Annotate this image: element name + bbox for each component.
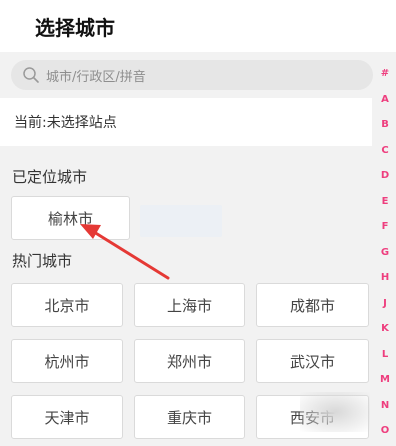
- index-letter[interactable]: #: [376, 68, 394, 79]
- index-letter[interactable]: G: [376, 247, 394, 258]
- search-area: 城市/行政区/拼音: [0, 52, 396, 98]
- hot-city-button[interactable]: 北京市: [11, 283, 123, 327]
- hot-city-button[interactable]: 杭州市: [11, 339, 123, 383]
- page-title: 选择城市: [35, 16, 115, 40]
- index-letter[interactable]: M: [376, 374, 394, 385]
- index-letter[interactable]: J: [376, 298, 394, 309]
- index-letter[interactable]: K: [376, 323, 394, 334]
- hot-city-button[interactable]: 重庆市: [134, 395, 245, 439]
- hot-city-button[interactable]: 郑州市: [134, 339, 245, 383]
- current-station-text: 当前:未选择站点: [14, 115, 117, 131]
- search-placeholder: 城市/行政区/拼音: [46, 70, 146, 85]
- index-letter[interactable]: O: [376, 425, 394, 436]
- index-letter[interactable]: C: [376, 145, 394, 156]
- index-letter[interactable]: F: [376, 221, 394, 232]
- current-station-row: 当前:未选择站点: [0, 98, 372, 146]
- located-city-button[interactable]: 榆林市: [11, 196, 130, 240]
- index-letter[interactable]: D: [376, 170, 394, 181]
- hot-city-button[interactable]: 成都市: [256, 283, 369, 327]
- located-section-title: 已定位城市: [12, 168, 88, 186]
- index-letter[interactable]: B: [376, 119, 394, 130]
- index-letter[interactable]: N: [376, 400, 394, 411]
- hot-city-button[interactable]: 天津市: [11, 395, 123, 439]
- hot-city-button[interactable]: 武汉市: [256, 339, 369, 383]
- hot-city-button[interactable]: 上海市: [134, 283, 245, 327]
- index-letter[interactable]: E: [376, 196, 394, 207]
- index-letter[interactable]: L: [376, 349, 394, 360]
- index-letter[interactable]: H: [376, 272, 394, 283]
- alphabet-index-bar[interactable]: # A B C D E F G H J K L M N O: [376, 62, 394, 446]
- index-letter[interactable]: A: [376, 94, 394, 105]
- background-blur: [140, 205, 222, 237]
- search-input[interactable]: 城市/行政区/拼音: [11, 60, 373, 90]
- hot-section-title: 热门城市: [12, 252, 73, 270]
- top-header: 选择城市: [0, 0, 396, 52]
- search-icon: [23, 67, 39, 83]
- background-blur: [300, 392, 370, 432]
